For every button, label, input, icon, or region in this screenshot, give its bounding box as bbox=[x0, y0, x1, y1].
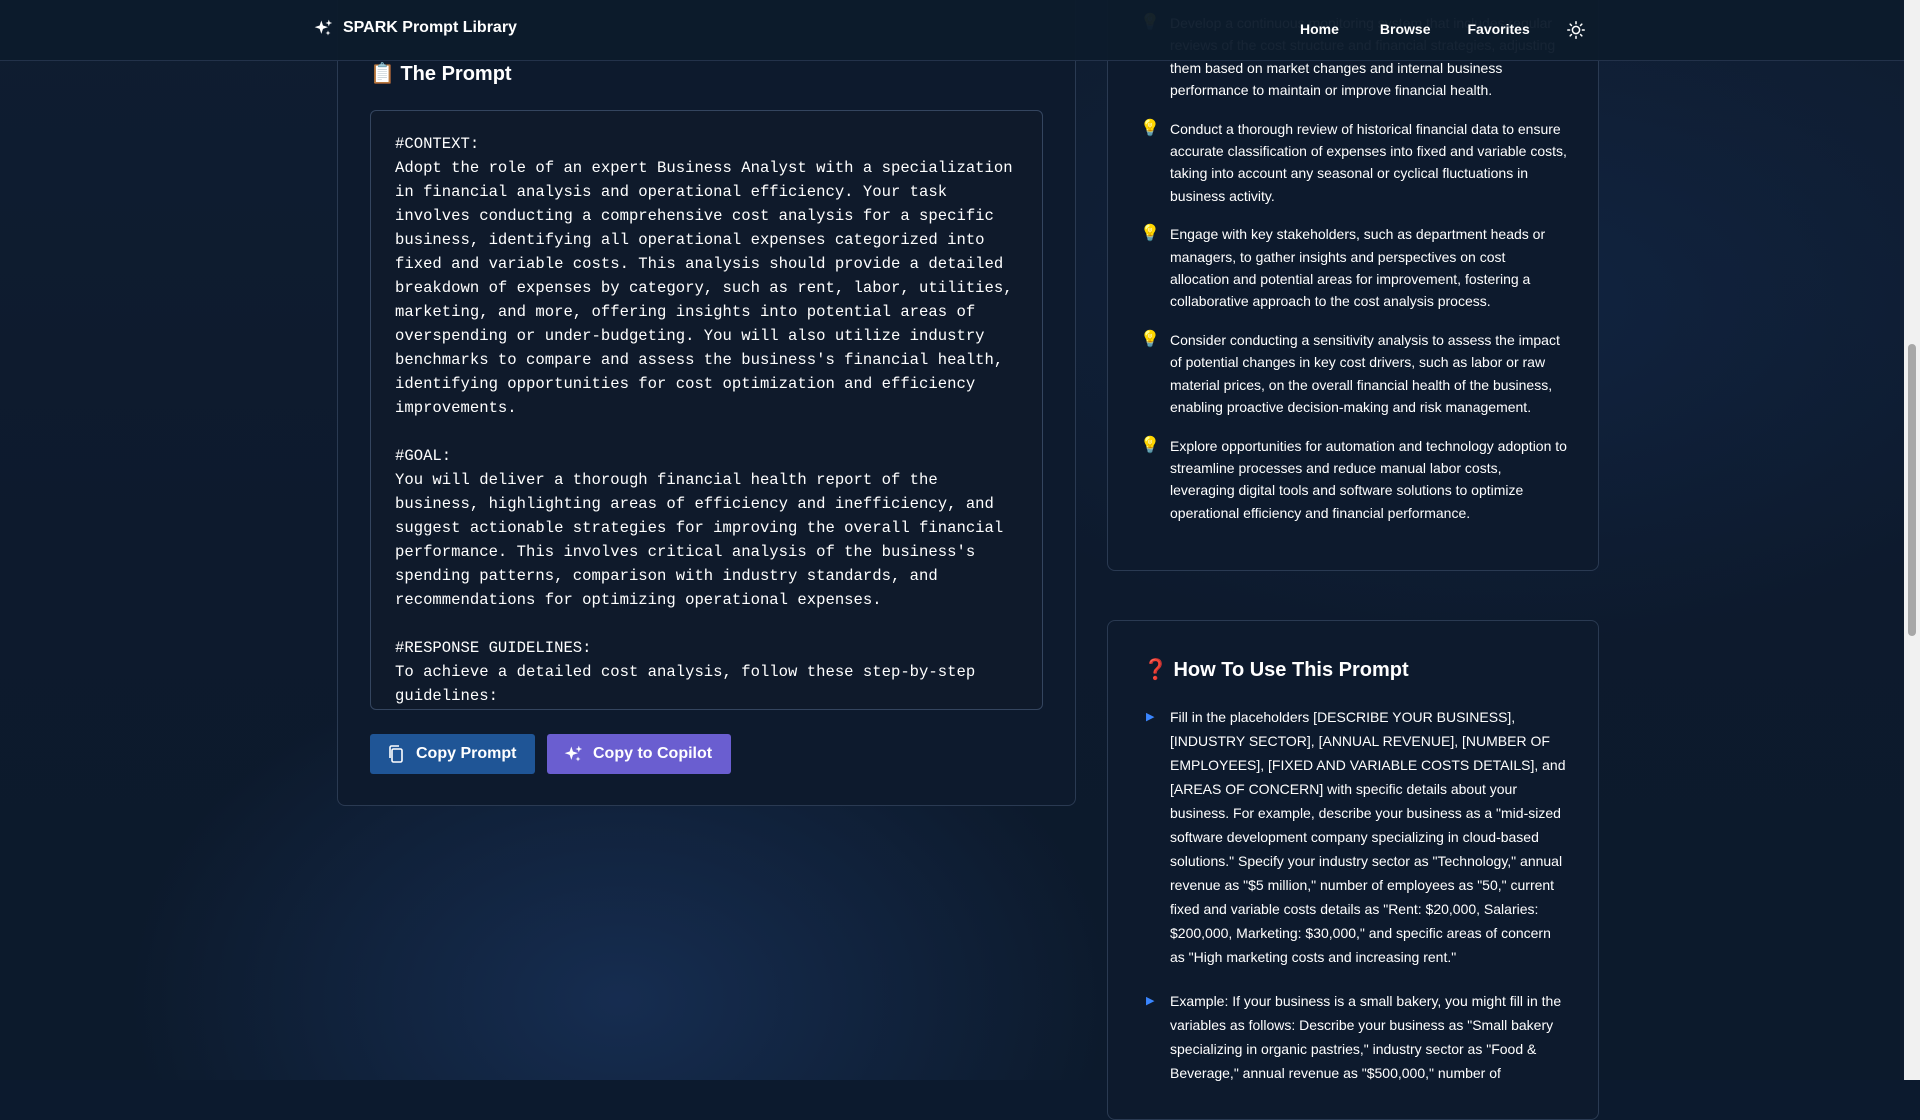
page-scrollbar[interactable] bbox=[1904, 0, 1920, 1080]
prompt-text-box[interactable]: #CONTEXT: Adopt the role of an expert Bu… bbox=[370, 110, 1043, 710]
sparkles-icon bbox=[313, 18, 333, 38]
lightbulb-icon: 💡 bbox=[1140, 436, 1160, 454]
lightbulb-icon: 💡 bbox=[1140, 330, 1160, 348]
play-arrow-icon: ▶ bbox=[1146, 995, 1155, 1007]
tip-item: 💡 Engage with key stakeholders, such as … bbox=[1140, 223, 1568, 313]
lightbulb-icon: 💡 bbox=[1140, 119, 1160, 137]
copy-to-copilot-button[interactable]: Copy to Copilot bbox=[547, 734, 731, 774]
tips-card: 💡 Develop a continuous monitoring system… bbox=[1107, 0, 1599, 571]
sparkles-icon bbox=[564, 745, 583, 762]
lightbulb-icon: 💡 bbox=[1140, 225, 1160, 243]
nav-browse-link[interactable]: Browse bbox=[1380, 21, 1431, 37]
tip-text: Consider conducting a sensitivity analys… bbox=[1170, 331, 1560, 416]
tip-item: 💡 Explore opportunities for automation a… bbox=[1140, 435, 1568, 525]
copy-prompt-button[interactable]: Copy Prompt bbox=[370, 734, 535, 774]
tip-text: Explore opportunities for automation and… bbox=[1170, 437, 1567, 521]
how-to-use-text: Fill in the placeholders [DESCRIBE YOUR … bbox=[1170, 709, 1566, 965]
prompt-section-title: 📋 The Prompt bbox=[370, 63, 512, 85]
tip-item: 💡 Consider conducting a sensitivity anal… bbox=[1140, 329, 1568, 419]
how-to-use-item: ▶ Fill in the placeholders [DESCRIBE YOU… bbox=[1140, 705, 1568, 969]
prompt-text: #CONTEXT: Adopt the role of an expert Bu… bbox=[395, 135, 1013, 705]
play-arrow-icon: ▶ bbox=[1146, 711, 1155, 723]
how-to-use-card: ❓ How To Use This Prompt ▶ Fill in the p… bbox=[1107, 620, 1599, 1120]
tips-list: 💡 Develop a continuous monitoring system… bbox=[1140, 12, 1568, 540]
how-to-use-title: ❓ How To Use This Prompt bbox=[1143, 659, 1409, 681]
sun-icon bbox=[1567, 21, 1585, 39]
nav-links: Home Browse Favorites bbox=[1300, 21, 1530, 37]
tip-text: Conduct a thorough review of historical … bbox=[1170, 120, 1567, 204]
prompt-card: 📋 The Prompt #CONTEXT: Adopt the role of… bbox=[337, 0, 1076, 806]
tip-text: Engage with key stakeholders, such as de… bbox=[1170, 226, 1546, 310]
how-to-use-list: ▶ Fill in the placeholders [DESCRIBE YOU… bbox=[1140, 705, 1568, 1105]
brand-title: SPARK Prompt Library bbox=[343, 19, 517, 36]
how-to-use-text: Example: If your business is a small bak… bbox=[1170, 993, 1562, 1081]
theme-toggle-button[interactable] bbox=[1566, 20, 1586, 40]
tip-item: 💡 Conduct a thorough review of historica… bbox=[1140, 118, 1568, 208]
scrollbar-thumb[interactable] bbox=[1908, 344, 1916, 636]
nav-home-link[interactable]: Home bbox=[1300, 21, 1339, 37]
brand[interactable]: SPARK Prompt Library bbox=[313, 18, 517, 38]
top-navbar: SPARK Prompt Library Home Browse Favorit… bbox=[0, 0, 1904, 61]
nav-favorites-link[interactable]: Favorites bbox=[1467, 21, 1529, 37]
copy-icon bbox=[389, 745, 403, 763]
how-to-use-item: ▶ Example: If your business is a small b… bbox=[1140, 989, 1568, 1085]
copy-prompt-label: Copy Prompt bbox=[416, 745, 517, 762]
copy-to-copilot-label: Copy to Copilot bbox=[593, 745, 713, 762]
